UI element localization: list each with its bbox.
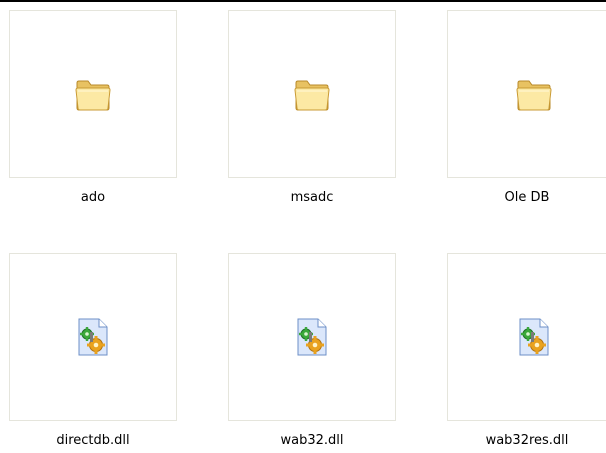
file-item-wab32-dll[interactable]: wab32.dll [228, 253, 396, 453]
item-label: ado [80, 190, 106, 205]
dll-file-icon [519, 318, 549, 356]
folder-item-msadc[interactable]: msadc [228, 10, 396, 210]
item-label: wab32.dll [280, 433, 344, 448]
folder-icon [75, 80, 111, 111]
thumbnail-file-view: ado msadc Ole DB directdb.dll wab32.dll … [0, 2, 606, 450]
folder-item-ole-db[interactable]: Ole DB [447, 10, 606, 210]
thumbnail-frame[interactable] [447, 10, 606, 178]
thumbnail-frame[interactable] [228, 10, 396, 178]
folder-icon [294, 80, 330, 111]
file-item-directdb-dll[interactable]: directdb.dll [9, 253, 177, 453]
item-label: Ole DB [504, 190, 550, 205]
item-label: wab32res.dll [485, 433, 569, 448]
file-item-wab32res-dll[interactable]: wab32res.dll [447, 253, 606, 453]
folder-icon [516, 80, 552, 111]
thumbnail-frame[interactable] [9, 10, 177, 178]
item-label: msadc [290, 190, 334, 205]
thumbnail-frame[interactable] [9, 253, 177, 421]
thumbnail-frame[interactable] [228, 253, 396, 421]
dll-file-icon [78, 318, 108, 356]
folder-item-ado[interactable]: ado [9, 10, 177, 210]
dll-file-icon [297, 318, 327, 356]
thumbnail-frame[interactable] [447, 253, 606, 421]
item-label: directdb.dll [56, 433, 130, 448]
